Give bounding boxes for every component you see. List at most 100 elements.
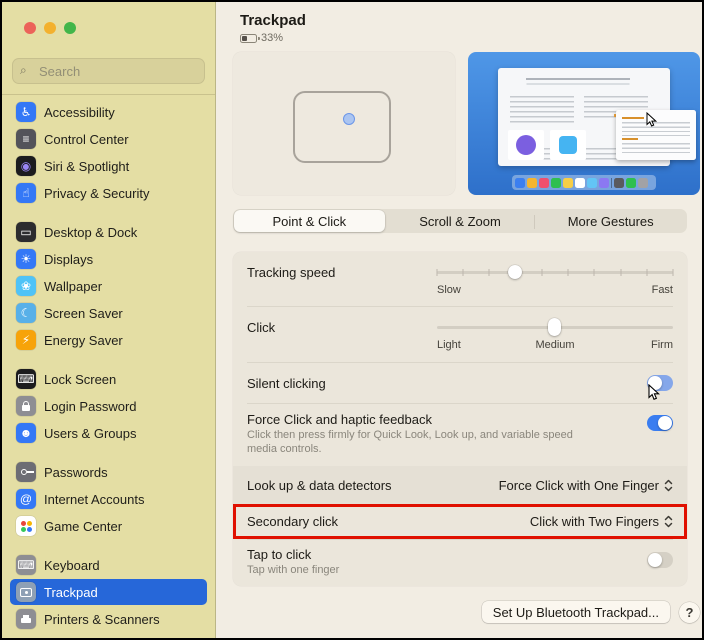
lock-screen-icon: ⌨	[16, 369, 36, 389]
trackpad-icon	[16, 582, 36, 602]
dock-app-icon	[587, 177, 597, 188]
sidebar-item-trackpad[interactable]: Trackpad	[10, 579, 207, 605]
chevron-up-down-icon	[664, 479, 673, 491]
printers-scanners-icon	[16, 609, 36, 629]
trackpad-illustration-card	[233, 52, 455, 195]
sidebar-item-label: Internet Accounts	[44, 491, 145, 507]
force-click-toggle[interactable]	[647, 415, 673, 431]
dock-app-icon	[599, 177, 609, 188]
dock-app-icon	[575, 177, 585, 188]
look-up-dropdown[interactable]: Force Click with One Finger	[499, 478, 673, 493]
trackpad-settings-panel: Trackpad 33% Point & Click Scroll & Zoom…	[216, 2, 702, 638]
preview-dock	[512, 175, 656, 190]
close-window-button[interactable]	[24, 22, 36, 34]
tap-to-click-label: Tap to click	[247, 547, 312, 562]
energy-saver-icon: ⚡	[16, 330, 36, 350]
dock-app-icon	[515, 177, 525, 188]
zoom-window-button[interactable]	[64, 22, 76, 34]
tracking-speed-thumb[interactable]	[507, 265, 522, 279]
silent-clicking-label: Silent clicking	[247, 375, 326, 391]
setup-bluetooth-trackpad-button[interactable]: Set Up Bluetooth Trackpad...	[481, 601, 670, 623]
dock-app-icon	[638, 177, 648, 188]
wallpaper-icon: ❀	[16, 276, 36, 296]
sidebar-item-users-groups[interactable]: ☻ Users & Groups	[10, 420, 207, 446]
sidebar-item-keyboard[interactable]: ⌨ Keyboard	[10, 552, 207, 578]
sidebar-item-printers-scanners[interactable]: Printers & Scanners	[10, 606, 207, 632]
sidebar-item-label: Login Password	[44, 398, 137, 414]
dock-app-icon	[527, 177, 537, 188]
silent-clicking-toggle[interactable]	[647, 375, 673, 401]
sidebar-item-login-password[interactable]: Login Password	[10, 393, 207, 419]
battery-status: 33%	[240, 32, 700, 44]
secondary-click-label: Secondary click	[247, 514, 339, 529]
preview-image-tile	[550, 130, 586, 160]
desktop-dock-icon: ▭	[16, 222, 36, 242]
dock-app-icon	[614, 177, 624, 188]
look-up-row: Look up & data detectors Force Click wit…	[233, 466, 687, 504]
dock-divider	[611, 177, 612, 188]
dock-app-icon	[626, 177, 636, 188]
sidebar-item-privacy-security[interactable]: ☝ Privacy & Security	[10, 180, 207, 206]
look-up-label: Look up & data detectors	[247, 477, 392, 493]
slider-max-label: Fast	[651, 284, 673, 296]
sidebar-item-label: Wallpaper	[44, 278, 103, 294]
sidebar-nav: ♿ Accessibility ≡ Control Center ◉ Siri & Spo…	[2, 97, 215, 638]
battery-icon	[240, 33, 260, 43]
sidebar-item-energy-saver[interactable]: ⚡ Energy Saver	[10, 327, 207, 353]
sidebar-item-label: Screen Saver	[44, 305, 123, 321]
tab-scroll-and-zoom[interactable]: Scroll & Zoom	[385, 210, 536, 232]
tab-point-and-click[interactable]: Point & Click	[234, 210, 385, 232]
dock-app-icon	[563, 177, 573, 188]
secondary-click-dropdown[interactable]: Click with Two Fingers	[530, 514, 673, 529]
passwords-icon	[16, 462, 36, 482]
click-row: Click Light Medium Firm	[233, 307, 687, 362]
sidebar-item-passwords[interactable]: Passwords	[10, 459, 207, 485]
sidebar-item-siri-spotlight[interactable]: ◉ Siri & Spotlight	[10, 153, 207, 179]
sidebar-item-accessibility[interactable]: ♿ Accessibility	[10, 99, 207, 125]
control-center-icon: ≡	[16, 129, 36, 149]
secondary-click-value: Click with Two Fingers	[529, 514, 659, 529]
tab-more-gestures[interactable]: More Gestures	[535, 210, 686, 232]
tap-to-click-toggle[interactable]	[647, 552, 673, 568]
siri-spotlight-icon: ◉	[16, 156, 36, 176]
minimize-window-button[interactable]	[44, 22, 56, 34]
sidebar-item-label: Siri & Spotlight	[44, 158, 130, 174]
click-thumb[interactable]	[548, 318, 561, 336]
tap-to-click-description: Tap with one finger	[247, 564, 340, 576]
sidebar-item-label: Privacy & Security	[44, 185, 150, 201]
sidebar-item-displays[interactable]: ☀ Displays	[10, 246, 207, 272]
chevron-up-down-icon	[664, 515, 673, 528]
footer-actions: Set Up Bluetooth Trackpad... ?	[481, 601, 700, 623]
sidebar-item-screen-saver[interactable]: ☾ Screen Saver	[10, 300, 207, 326]
look-up-value: Force Click with One Finger	[498, 477, 659, 493]
system-settings-window: ⌕ ♿ Accessibility ≡ Control Center ◉ Siri & S…	[0, 0, 704, 640]
trackpad-touch-dot	[343, 113, 355, 125]
point-and-click-settings: Tracking speed Slow Fast Click Light Med…	[233, 252, 687, 586]
dock-app-icon	[551, 177, 561, 188]
sidebar-item-desktop-dock[interactable]: ▭ Desktop & Dock	[10, 219, 207, 245]
search-field-wrap: ⌕	[12, 58, 205, 84]
privacy-security-icon: ☝	[16, 183, 36, 203]
slider-min-label: Slow	[437, 284, 461, 296]
tracking-speed-track[interactable]	[437, 271, 673, 274]
sidebar-item-label: Accessibility	[44, 104, 115, 120]
click-slider[interactable]: Light Medium Firm	[437, 318, 673, 352]
sidebar-item-internet-accounts[interactable]: @ Internet Accounts	[10, 486, 207, 512]
sidebar-item-label: Energy Saver	[44, 332, 123, 348]
keyboard-icon: ⌨	[16, 555, 36, 575]
sidebar-item-wallpaper[interactable]: ❀ Wallpaper	[10, 273, 207, 299]
page-title: Trackpad	[240, 12, 306, 29]
tracking-speed-slider[interactable]: Slow Fast	[436, 264, 674, 297]
preview-document-window	[498, 68, 696, 166]
login-password-icon	[16, 396, 36, 416]
sidebar-item-control-center[interactable]: ≡ Control Center	[10, 126, 207, 152]
search-input[interactable]	[12, 58, 205, 84]
slider-mid-label: Medium	[535, 339, 575, 351]
traffic-lights	[2, 2, 215, 46]
internet-accounts-icon: @	[16, 489, 36, 509]
sidebar-item-game-center[interactable]: Game Center	[10, 513, 207, 539]
help-button[interactable]: ?	[679, 601, 700, 623]
trackpad-outline	[293, 91, 391, 163]
sidebar-item-lock-screen[interactable]: ⌨ Lock Screen	[10, 366, 207, 392]
sidebar-item-label: Control Center	[44, 131, 129, 147]
